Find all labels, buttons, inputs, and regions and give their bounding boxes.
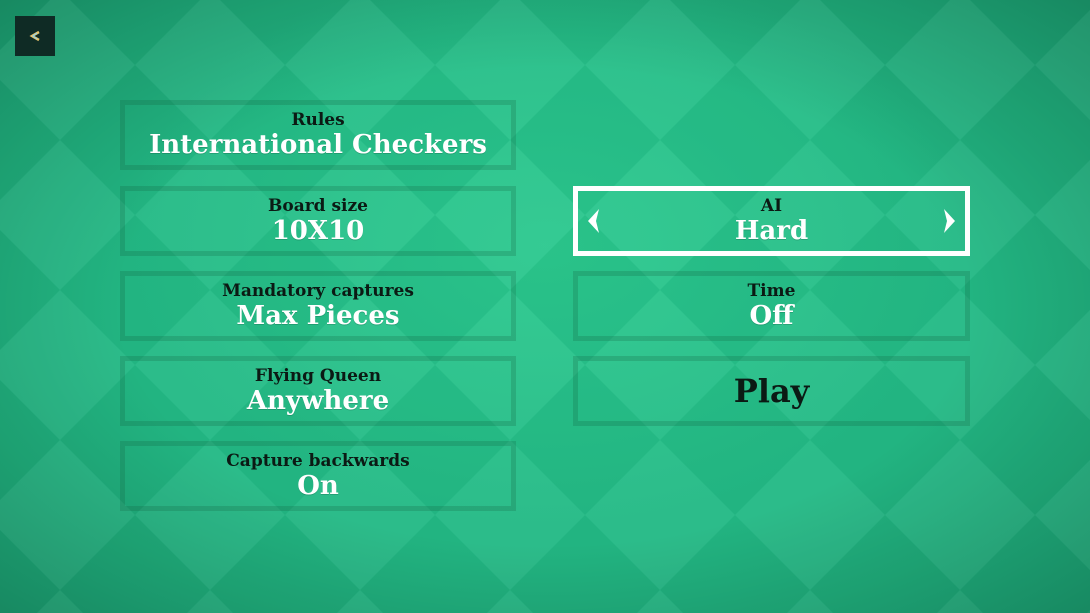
ai-option[interactable]: AI Hard (573, 186, 970, 256)
mandatory-captures-option[interactable]: Mandatory captures Max Pieces (120, 271, 516, 341)
rules-value: International Checkers (149, 130, 487, 160)
time-option[interactable]: Time Off (573, 271, 970, 341)
rules-option[interactable]: Rules International Checkers (120, 100, 516, 170)
capture-backwards-option[interactable]: Capture backwards On (120, 441, 516, 511)
board-size-value: 10X10 (271, 216, 365, 246)
board-size-option[interactable]: Board size 10X10 (120, 186, 516, 256)
flying-queen-option[interactable]: Flying Queen Anywhere (120, 356, 516, 426)
mandatory-captures-label: Mandatory captures (222, 281, 414, 301)
capture-backwards-label: Capture backwards (226, 451, 410, 471)
flying-queen-label: Flying Queen (254, 366, 382, 386)
time-label: Time (747, 281, 796, 301)
ai-label: AI (760, 196, 783, 216)
flying-queen-value: Anywhere (246, 386, 390, 416)
back-arrow-icon (29, 30, 40, 42)
back-button[interactable] (15, 16, 55, 56)
rules-label: Rules (291, 110, 345, 130)
chevron-right-icon[interactable] (943, 208, 957, 234)
mandatory-captures-value: Max Pieces (236, 301, 400, 331)
play-button[interactable]: Play (573, 356, 970, 426)
chevron-left-icon[interactable] (586, 208, 600, 234)
play-label: Play (733, 372, 810, 410)
board-size-label: Board size (268, 196, 368, 216)
ai-value: Hard (734, 216, 809, 246)
capture-backwards-value: On (297, 471, 339, 501)
time-value: Off (749, 301, 794, 331)
